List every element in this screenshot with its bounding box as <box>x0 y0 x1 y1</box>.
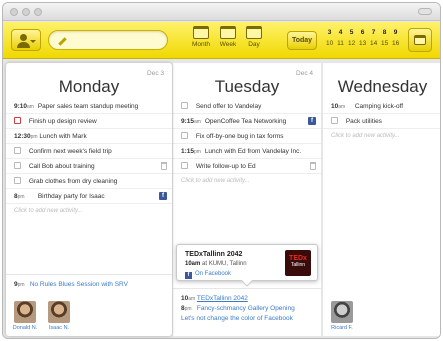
activity-item[interactable]: Confirm next week's field trip <box>6 144 172 159</box>
activity-item[interactable]: 10am Camping kick-off <box>323 99 440 114</box>
activity-item[interactable]: 12:30pm Lunch with Mark <box>6 129 172 144</box>
mini-day[interactable]: 11 <box>337 40 344 51</box>
mini-day[interactable]: 8 <box>381 29 388 40</box>
day-column-tuesday: Tuesday Dec 4 Send offer to Vandelay 9:1… <box>173 63 322 336</box>
avatar <box>331 301 353 323</box>
activity-item[interactable]: Call Bob about training <box>6 159 172 174</box>
user-icon <box>20 34 27 41</box>
mini-day[interactable]: 15 <box>381 40 388 51</box>
people-list: Donald N. Isaac N. <box>12 301 72 331</box>
evening-event[interactable]: 8pm Fancy-schmancy Gallery Opening <box>173 304 321 314</box>
task-checkbox[interactable] <box>181 162 188 169</box>
minimize-window-button[interactable] <box>22 8 30 16</box>
mini-day[interactable]: 12 <box>348 40 355 51</box>
add-activity-input[interactable]: Click to add new activity... <box>323 129 440 144</box>
activity-item[interactable]: Finish up design review <box>6 114 172 129</box>
task-checkbox[interactable] <box>181 102 188 109</box>
evening-section: Ricard F. <box>323 274 440 336</box>
activity-item[interactable]: Grab clothes from dry cleaning <box>6 174 172 189</box>
close-window-button[interactable] <box>10 8 18 16</box>
mini-day[interactable]: 6 <box>359 29 366 40</box>
task-checkbox[interactable] <box>181 132 188 139</box>
activity-item[interactable]: 8pm Birthday party for Isaac f <box>6 189 172 204</box>
activity-item[interactable]: Send offer to Vandelay <box>173 99 321 114</box>
toolbar: Month Week Day Today 3 4 5 6 7 8 9 10 11 <box>3 22 440 59</box>
tedx-logo: TEDx Tallinn <box>285 250 311 276</box>
activity-item[interactable]: 1:15pm Lunch with Ed from Vandelay Inc. <box>173 144 321 159</box>
facebook-icon: f <box>185 272 192 279</box>
mini-day[interactable]: 7 <box>370 29 377 40</box>
popup-title: TEDxTallinn 2042 <box>185 251 243 258</box>
evening-section: 9pm No Rules Blues Session with SRV Dona… <box>6 274 172 336</box>
user-menu-button[interactable] <box>11 29 41 51</box>
day-header: Wednesday <box>323 63 440 99</box>
evening-event[interactable]: Let's not change the color of Facebook <box>173 314 321 324</box>
popup-when: 10am at KUMU, Tallinn <box>185 261 247 267</box>
activity-item[interactable]: 9:10am Paper sales team standup meeting <box>6 99 172 114</box>
person-card[interactable]: Ricard F. <box>329 301 355 331</box>
task-checkbox[interactable] <box>331 117 338 124</box>
facebook-link[interactable]: f On Facebook <box>185 271 231 279</box>
activity-item[interactable]: Fix off-by-one bug in tax forms <box>173 129 321 144</box>
app-window: Month Week Day Today 3 4 5 6 7 8 9 10 11 <box>2 2 441 339</box>
pencil-icon <box>58 37 67 46</box>
calendar-icon <box>193 26 209 39</box>
task-checkbox[interactable] <box>14 147 21 154</box>
week-board: Monday Dec 3 9:10am Paper sales team sta… <box>3 60 440 338</box>
activity-item[interactable]: Pack utilities <box>323 114 440 129</box>
calendar-icon <box>414 35 426 45</box>
day-view-button[interactable]: Day <box>239 26 269 56</box>
add-activity-input[interactable]: Click to add new activity... <box>6 204 172 219</box>
day-header: Tuesday Dec 4 <box>173 63 321 99</box>
mini-calendar: 3 4 5 6 7 8 9 10 11 12 13 14 15 16 <box>326 29 406 51</box>
day-date: Dec 3 <box>147 70 164 77</box>
activity-item[interactable]: 9:15am OpenCoffee Tea Networking f <box>173 114 321 129</box>
activity-item[interactable]: Write follow-up to Ed <box>173 159 321 174</box>
month-view-button[interactable]: Month <box>186 26 216 56</box>
today-button[interactable]: Today <box>287 31 317 50</box>
mini-day[interactable]: 16 <box>392 40 399 51</box>
mini-day[interactable]: 4 <box>337 29 344 40</box>
trash-icon[interactable] <box>310 162 316 170</box>
mini-day[interactable]: 3 <box>326 29 333 40</box>
mini-day[interactable]: 13 <box>359 40 366 51</box>
task-checkbox[interactable] <box>14 162 21 169</box>
day-name: Tuesday <box>214 77 280 96</box>
add-activity-input[interactable]: Click to add new activity... <box>173 174 321 189</box>
mini-day[interactable]: 10 <box>326 40 333 51</box>
task-checkbox[interactable] <box>14 117 21 124</box>
task-checkbox[interactable] <box>14 177 21 184</box>
evening-section: 10am TEDxTallinn 2042 8pm Fancy-schmancy… <box>173 288 321 336</box>
evening-event[interactable]: 10am TEDxTallinn 2042 <box>173 294 321 304</box>
people-list: Ricard F. <box>329 301 355 331</box>
calendar-picker-button[interactable] <box>408 28 432 52</box>
day-date: Dec 4 <box>296 70 313 77</box>
title-bar <box>3 3 440 21</box>
quick-add-input[interactable] <box>48 30 168 50</box>
facebook-icon[interactable]: f <box>159 192 167 200</box>
mini-day[interactable]: 5 <box>348 29 355 40</box>
zoom-window-button[interactable] <box>34 8 42 16</box>
day-header: Monday Dec 3 <box>6 63 172 99</box>
avatar <box>48 301 70 323</box>
person-card[interactable]: Donald N. <box>12 301 38 331</box>
day-column-wednesday: Wednesday 10am Camping kick-off Pack uti… <box>323 63 440 336</box>
day-name: Wednesday <box>337 77 428 96</box>
day-name: Monday <box>58 77 120 96</box>
facebook-icon[interactable]: f <box>308 117 316 125</box>
mini-day[interactable]: 14 <box>370 40 377 51</box>
evening-event[interactable]: 9pm No Rules Blues Session with SRV <box>6 280 172 290</box>
event-popup[interactable]: TEDxTallinn 2042 10am at KUMU, Tallinn f… <box>176 244 318 287</box>
calendar-icon <box>246 26 262 39</box>
calendar-icon <box>220 26 236 39</box>
trash-icon[interactable] <box>161 162 167 170</box>
mini-day[interactable]: 9 <box>392 29 399 40</box>
person-card[interactable]: Isaac N. <box>46 301 72 331</box>
avatar <box>14 301 36 323</box>
day-column-monday: Monday Dec 3 9:10am Paper sales team sta… <box>6 63 172 336</box>
caret-down-icon <box>30 40 36 43</box>
toolbar-toggle-button[interactable] <box>418 8 432 15</box>
